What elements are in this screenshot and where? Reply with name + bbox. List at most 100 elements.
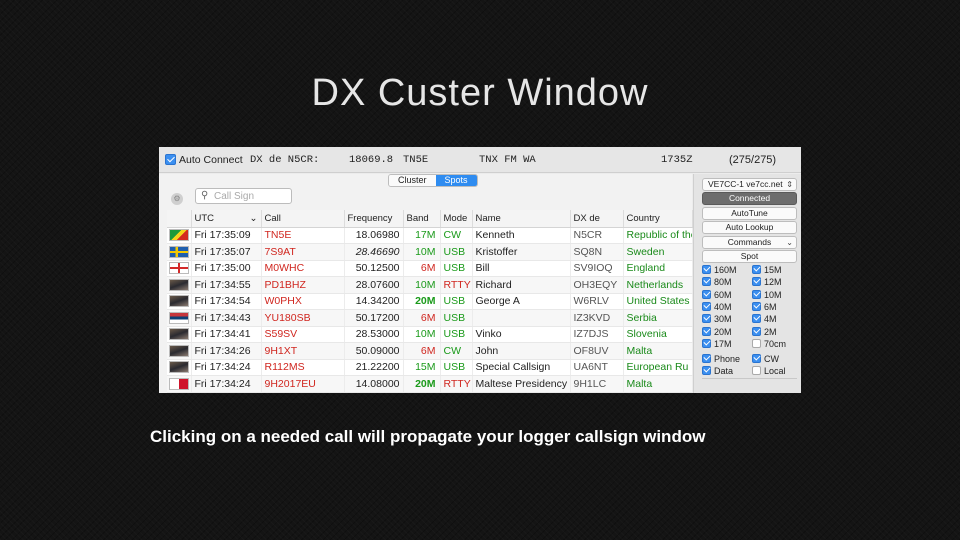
filter-checkbox[interactable]: Data [702,366,733,376]
cell-call[interactable]: YU180SB [261,309,345,327]
cell-band: 6M [403,309,441,327]
filter-checkbox[interactable]: 10M [752,290,782,300]
cell-call[interactable]: 9H2017EU [261,375,345,393]
table-row[interactable]: Fri 17:34:54 W0PHX 14.34200 20M USB George AW… [167,293,693,310]
filter-label: 12M [764,277,782,288]
auto-connect-checkbox[interactable]: Auto Connect [165,153,243,166]
connected-button[interactable]: Connected [702,192,797,205]
filter-checkbox[interactable]: 2M [752,327,777,337]
cell-frequency: 50.12500 [344,260,404,277]
filter-checkbox[interactable]: 160M [702,265,737,275]
table-row[interactable]: Fri 17:34:43 YU180SB 50.17200 6M USB IZ3KVD Se… [167,309,693,327]
cell-country: Malta [623,342,693,360]
table-row[interactable]: Fri 17:34:55 PD1BHZ 28.07600 10M RTTY Richard… [167,276,693,294]
col-utc-label: UTC [194,212,215,224]
filter-label: Local [764,366,786,377]
col-dx-de[interactable]: DX de [570,210,624,228]
auto-connect-label: Auto Connect [179,154,243,166]
filter-checkbox[interactable]: Local [752,366,786,376]
col-country[interactable]: Country [623,210,693,228]
cell-dx-de: IZ3KVD [570,309,624,327]
autotune-button[interactable]: AutoTune [702,207,797,220]
table-row[interactable]: Fri 17:34:24 9H2017EU 14.08000 20M RTTY Malte… [167,375,693,393]
cell-mode: USB [440,260,473,277]
flag-icon [168,328,189,341]
server-select[interactable]: VE7CC-1 ve7cc.net ⇕ [702,178,797,191]
flag-icon [168,262,189,275]
filter-checkbox[interactable]: 20M [702,327,732,337]
cell-country: United States [623,293,693,310]
dx-cluster-window: Auto Connect DX de N5CR: 18069.8 TN5E TN… [159,147,801,393]
cell-name [472,309,571,327]
filter-checkbox[interactable]: 12M [752,277,782,287]
col-frequency[interactable]: Frequency [344,210,404,228]
checkbox-icon [752,326,761,336]
tab-cluster[interactable]: Cluster [389,175,436,186]
col-utc[interactable]: UTC ⌄ [191,210,262,228]
cell-call[interactable]: M0WHC [261,260,345,277]
col-band[interactable]: Band [403,210,441,228]
cell-utc: Fri 17:35:07 [191,243,262,261]
table-row[interactable]: Fri 17:34:24 R112MS 21.22200 15M USB Special … [167,359,693,376]
spot-button[interactable]: Spot [702,250,797,263]
filter-checkbox[interactable]: CW [752,354,779,364]
filter-checkbox[interactable]: 80M [702,277,732,287]
chevron-down-icon: ⌄ [249,212,258,224]
filter-checkbox[interactable]: 40M [702,302,732,312]
auto-lookup-button[interactable]: Auto Lookup [702,221,797,234]
filter-checkbox[interactable]: 17M [702,339,732,349]
cell-call[interactable]: 9H1XT [261,342,345,360]
spots-table: UTC ⌄ Call Frequency Band Mode Name DX d… [167,210,693,393]
flag-icon [168,311,189,324]
table-row[interactable]: Fri 17:35:00 M0WHC 50.12500 6M USB Bill SV9IOQ… [167,260,693,277]
spot-utc: 1735Z [661,154,693,166]
cell-call[interactable]: W0PHX [261,293,345,310]
cell-utc: Fri 17:34:54 [191,293,262,310]
table-row[interactable]: Fri 17:34:41 S59SV 28.53000 10M USB Vinko IZ7D… [167,326,693,343]
cell-mode: RTTY [440,375,473,393]
slide-caption: Clicking on a needed call will propagate… [150,427,706,446]
filter-checkbox[interactable]: 4M [752,314,777,324]
flag-icon [168,377,189,390]
cell-country: Sweden [623,243,693,261]
spot-count: (275/275) [729,154,777,166]
cell-dx-de: OH3EQY [570,276,624,294]
gear-icon[interactable]: ⚙ [171,193,183,205]
call-sign-search[interactable]: ⚲ [195,188,292,204]
cell-dx-de: UA6NT [570,359,624,376]
tab-spots[interactable]: Spots [435,175,477,186]
control-sidebar: VE7CC-1 ve7cc.net ⇕ Connected AutoTune Au… [693,174,801,393]
flag-icon [168,295,189,308]
status-bar: Auto Connect DX de N5CR: 18069.8 TN5E TN… [159,147,801,173]
table-header: UTC ⌄ Call Frequency Band Mode Name DX d… [167,210,693,228]
cell-call[interactable]: PD1BHZ [261,276,345,294]
filter-checkbox[interactable]: 60M [702,290,732,300]
filter-checkbox[interactable]: 6M [752,302,777,312]
cell-country: Republic of the [623,227,693,244]
divider [702,378,797,379]
checkbox-icon [752,314,761,324]
checkbox-icon [702,302,711,312]
cell-call[interactable]: 7S9AT [261,243,345,261]
col-call[interactable]: Call [261,210,345,228]
table-row[interactable]: Fri 17:35:07 7S9AT 28.46690 10M USB Kristoffe… [167,243,693,261]
filter-checkbox[interactable]: 15M [752,265,782,275]
search-input[interactable] [214,190,289,202]
table-row[interactable]: Fri 17:34:26 9H1XT 50.09000 6M CW John OF8UV Ma… [167,342,693,360]
cell-mode: USB [440,326,473,343]
commands-select[interactable]: Commands ⌄ [702,236,797,249]
filter-label: 20M [714,326,732,337]
col-name[interactable]: Name [472,210,571,228]
filter-checkbox[interactable]: 70cm [752,339,786,349]
filter-checkbox[interactable]: 30M [702,314,732,324]
filter-checkbox[interactable]: Phone [702,354,740,364]
table-row[interactable]: Fri 17:35:09 TN5E 18.06980 17M CW Kenneth N5CR… [167,227,693,244]
col-mode[interactable]: Mode [440,210,473,228]
cell-utc: Fri 17:35:09 [191,227,262,244]
spots-pane: Cluster Spots ⚙ ⚲ UTC ⌄ Call Frequency [159,174,693,393]
filter-label: 30M [714,314,732,325]
cell-call[interactable]: R112MS [261,359,345,376]
checkbox-icon [752,289,761,299]
cell-call[interactable]: TN5E [261,227,345,244]
cell-call[interactable]: S59SV [261,326,345,343]
